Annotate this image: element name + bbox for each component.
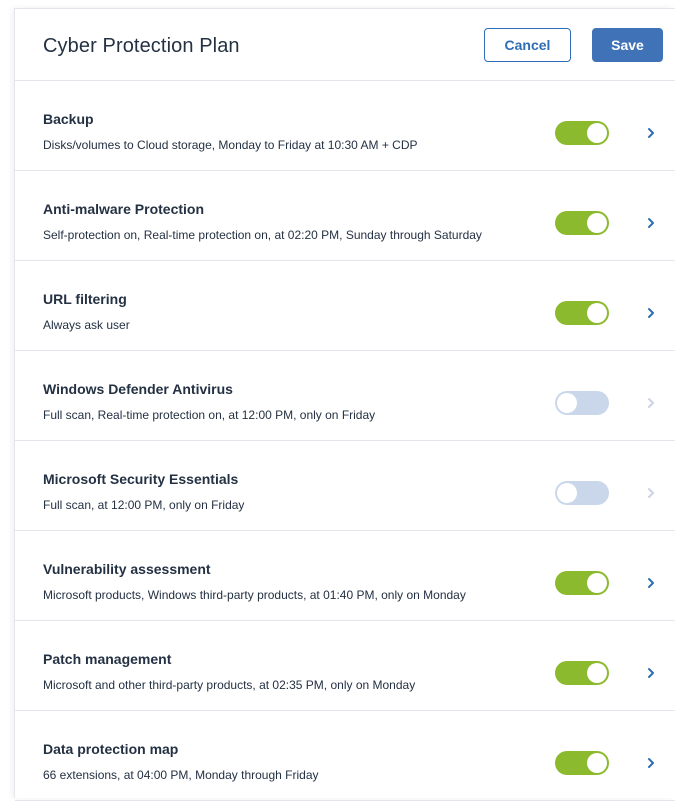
module-title: Windows Defender Antivirus [43, 381, 233, 397]
module-toggle[interactable] [555, 481, 609, 505]
module-row-patch-management[interactable]: Patch management Microsoft and other thir… [15, 621, 675, 711]
module-list: Backup Disks/volumes to Cloud storage, Mo… [15, 81, 675, 801]
chevron-right-icon[interactable] [643, 125, 659, 141]
panel-header: Cyber Protection Plan Cancel Save [15, 9, 675, 81]
module-row-url-filtering[interactable]: URL filtering Always ask user [15, 261, 675, 351]
toggle-knob [587, 213, 607, 233]
module-row-data-protection-map[interactable]: Data protection map 66 extensions, at 04:… [15, 711, 675, 801]
module-toggle[interactable] [555, 391, 609, 415]
module-row-windows-defender-antivirus[interactable]: Windows Defender Antivirus Full scan, Rea… [15, 351, 675, 441]
module-description: Full scan, at 12:00 PM, only on Friday [43, 498, 245, 512]
toggle-knob [587, 573, 607, 593]
module-toggle[interactable] [555, 301, 609, 325]
module-title: URL filtering [43, 291, 127, 307]
chevron-right-icon[interactable] [643, 575, 659, 591]
module-description: 66 extensions, at 04:00 PM, Monday throu… [43, 768, 319, 782]
module-description: Disks/volumes to Cloud storage, Monday t… [43, 138, 418, 152]
toggle-knob [587, 663, 607, 683]
module-title: Microsoft Security Essentials [43, 471, 239, 487]
module-title: Backup [43, 111, 94, 127]
module-description: Microsoft and other third-party products… [43, 678, 416, 692]
module-row-backup[interactable]: Backup Disks/volumes to Cloud storage, Mo… [15, 81, 675, 171]
module-title: Patch management [43, 651, 172, 667]
module-row-microsoft-security-essentials[interactable]: Microsoft Security Essentials Full scan, … [15, 441, 675, 531]
module-toggle[interactable] [555, 751, 609, 775]
toggle-knob [587, 303, 607, 323]
toggle-knob [557, 393, 577, 413]
module-row-anti-malware-protection[interactable]: Anti-malware Protection Self-protection o… [15, 171, 675, 261]
chevron-right-icon[interactable] [643, 665, 659, 681]
chevron-right-icon[interactable] [643, 215, 659, 231]
module-title: Vulnerability assessment [43, 561, 211, 577]
module-description: Self-protection on, Real-time protection… [43, 228, 482, 242]
module-toggle[interactable] [555, 211, 609, 235]
chevron-right-icon[interactable] [643, 485, 659, 501]
module-toggle[interactable] [555, 661, 609, 685]
module-description: Full scan, Real-time protection on, at 1… [43, 408, 376, 422]
chevron-right-icon[interactable] [643, 755, 659, 771]
chevron-right-icon[interactable] [643, 395, 659, 411]
module-toggle[interactable] [555, 121, 609, 145]
module-title: Anti-malware Protection [43, 201, 205, 217]
toggle-knob [557, 483, 577, 503]
cancel-button[interactable]: Cancel [484, 28, 571, 62]
module-description: Microsoft products, Windows third-party … [43, 588, 466, 602]
module-description: Always ask user [43, 318, 130, 332]
module-title: Data protection map [43, 741, 179, 757]
plan-panel: Cyber Protection Plan Cancel Save Backup… [14, 8, 675, 801]
toggle-knob [587, 123, 607, 143]
module-row-vulnerability-assessment[interactable]: Vulnerability assessment Microsoft produc… [15, 531, 675, 621]
chevron-right-icon[interactable] [643, 305, 659, 321]
save-button[interactable]: Save [592, 28, 663, 62]
page-title: Cyber Protection Plan [43, 35, 240, 57]
module-toggle[interactable] [555, 571, 609, 595]
toggle-knob [587, 753, 607, 773]
